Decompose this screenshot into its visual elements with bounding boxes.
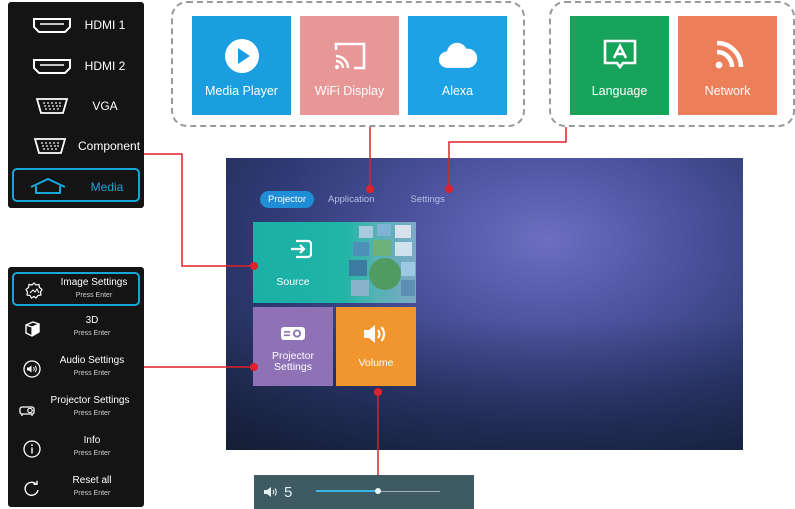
tile-alexa[interactable]: Alexa xyxy=(408,16,507,115)
source-label: VGA xyxy=(92,99,118,113)
menu-item-reset-all[interactable]: Reset all Press Enter xyxy=(12,472,140,506)
speaker-icon xyxy=(364,325,386,343)
tile-label: Network xyxy=(704,84,751,98)
tile-label: WiFi Display xyxy=(314,84,385,98)
menu-item-info[interactable]: Info Press Enter xyxy=(12,432,140,466)
volume-value: 5 xyxy=(284,484,293,501)
menu-item-hint: Press Enter xyxy=(73,370,111,377)
source-item-media[interactable]: Media xyxy=(12,168,140,202)
projector-home-screen: Projector Application Settings Source Pr… xyxy=(226,158,743,450)
wifi-signal-icon xyxy=(708,38,748,74)
home-tab-bar: Projector Application Settings xyxy=(260,191,453,208)
tile-wifi-display[interactable]: WiFi Display xyxy=(300,16,399,115)
menu-item-hint: Press Enter xyxy=(73,330,111,337)
tile-label: Projector Settings xyxy=(271,350,314,373)
menu-item-title: Image Settings xyxy=(60,277,128,288)
menu-item-hint: Press Enter xyxy=(73,410,111,417)
menu-item-hint: Press Enter xyxy=(73,450,111,457)
cube-3d-icon xyxy=(25,321,40,337)
tile-label: Source xyxy=(276,276,310,288)
menu-item-title: Reset all xyxy=(72,475,112,486)
input-arrow-icon xyxy=(291,239,312,259)
application-group: Media Player WiFi Display Alexa xyxy=(171,1,525,127)
menu-item-hint: Press Enter xyxy=(75,292,113,299)
language-icon xyxy=(600,38,640,74)
info-icon xyxy=(23,440,41,458)
projector-icon xyxy=(19,406,35,416)
source-label: Media xyxy=(90,180,124,194)
cast-icon xyxy=(330,38,370,74)
tile-label: Media Player xyxy=(205,84,278,98)
play-icon xyxy=(222,38,262,74)
tile-network[interactable]: Network xyxy=(678,16,777,115)
tile-label: Language xyxy=(591,84,648,98)
settings-menu-panel: Image Settings Press Enter 3D Press Ente… xyxy=(8,267,144,507)
menu-item-title: Info xyxy=(83,435,101,446)
tile-source[interactable]: Source xyxy=(253,222,416,303)
settings-group: Language Network xyxy=(549,1,795,127)
source-item-hdmi2[interactable]: HDMI 2 xyxy=(12,49,140,83)
reset-icon xyxy=(24,480,39,496)
input-source-panel: HDMI 1 HDMI 2 VGA Component Media xyxy=(8,2,144,208)
speaker-icon xyxy=(23,360,41,378)
projector-icon xyxy=(281,327,305,340)
volume-bar: 5 xyxy=(254,475,474,509)
tile-label: Volume xyxy=(358,357,394,369)
tile-projector-settings[interactable]: Projector Settings xyxy=(253,307,333,386)
source-label: HDMI 2 xyxy=(84,59,126,73)
menu-item-title: Audio Settings xyxy=(59,355,125,366)
image-settings-icon xyxy=(25,282,43,299)
menu-item-title: 3D xyxy=(85,315,99,326)
menu-item-hint: Press Enter xyxy=(73,490,111,497)
menu-item-audio-settings[interactable]: Audio Settings Press Enter xyxy=(12,352,140,386)
source-item-hdmi1[interactable]: HDMI 1 xyxy=(12,8,140,42)
tab-projector[interactable]: Projector xyxy=(260,191,315,208)
source-label: Component xyxy=(78,139,141,153)
tab-application[interactable]: Application xyxy=(320,191,382,208)
menu-item-3d[interactable]: 3D Press Enter xyxy=(12,312,140,346)
source-item-vga[interactable]: VGA xyxy=(12,89,140,123)
tile-language[interactable]: Language xyxy=(570,16,669,115)
tile-media-player[interactable]: Media Player xyxy=(192,16,291,115)
component-port-icon xyxy=(33,138,67,154)
source-label: HDMI 1 xyxy=(84,18,126,32)
menu-item-projector-settings[interactable]: Projector Settings Press Enter xyxy=(12,392,140,426)
menu-item-image-settings[interactable]: Image Settings Press Enter xyxy=(12,272,140,306)
volume-slider[interactable] xyxy=(316,488,440,494)
hdmi-port-icon xyxy=(33,18,71,33)
volume-slider-knob[interactable] xyxy=(375,488,381,494)
home-icon xyxy=(30,177,66,194)
source-item-component[interactable]: Component xyxy=(12,129,140,163)
tile-volume[interactable]: Volume xyxy=(336,307,416,386)
tab-settings[interactable]: Settings xyxy=(403,191,453,208)
cloud-icon xyxy=(438,38,478,74)
vga-port-icon xyxy=(35,98,69,114)
tile-label: Alexa xyxy=(441,84,474,98)
menu-item-title: Projector Settings xyxy=(50,395,130,406)
photo-collage xyxy=(349,224,415,296)
volume-slider-fill xyxy=(316,490,378,492)
speaker-icon xyxy=(264,487,277,497)
hdmi-port-icon xyxy=(33,59,71,74)
